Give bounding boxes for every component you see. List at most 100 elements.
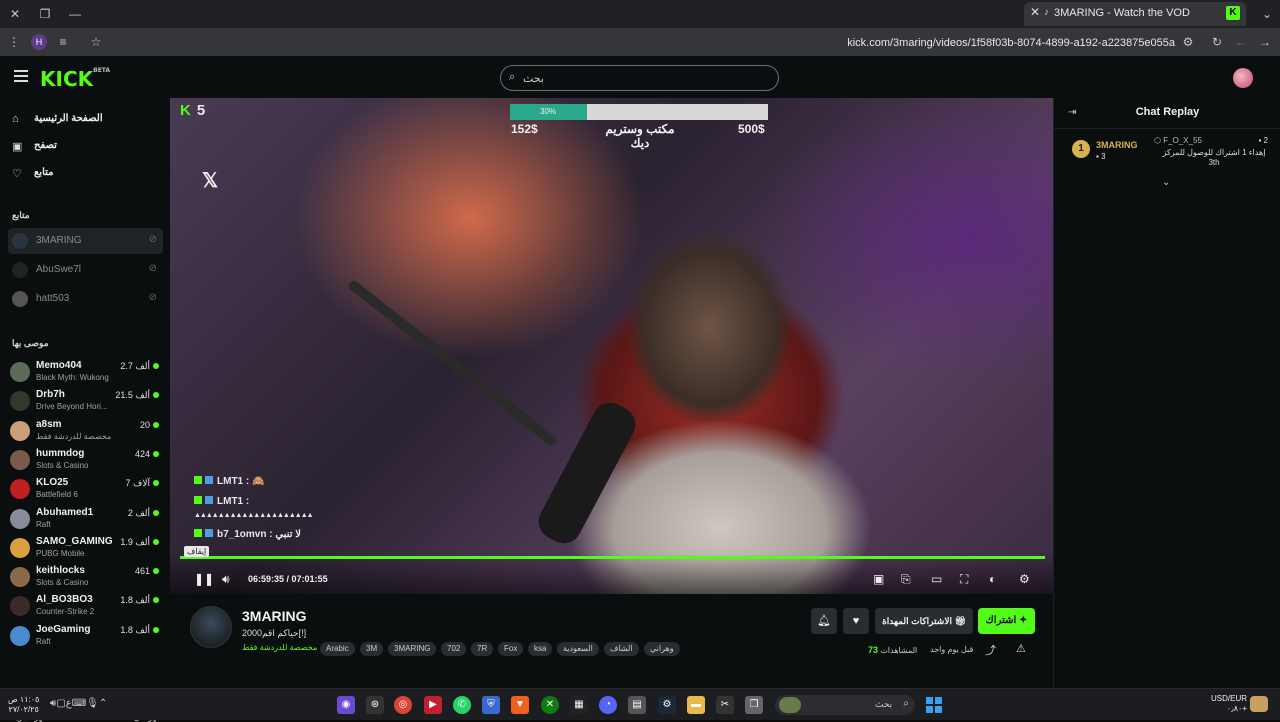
- recommended-channel[interactable]: SAMO_GAMING PUBG Mobile 1.9 ألف: [8, 534, 163, 562]
- brave-icon[interactable]: ▼: [511, 696, 529, 714]
- taskbar-search[interactable]: بحث ⌕: [775, 695, 915, 715]
- share-icon[interactable]: ⤴: [985, 642, 996, 658]
- site-settings-icon[interactable]: ⚙: [1180, 34, 1196, 50]
- mic-arm: [346, 279, 558, 448]
- hamburger-menu-icon[interactable]: [14, 70, 28, 82]
- kick-logo[interactable]: KICKBETA: [40, 67, 110, 91]
- seek-bar[interactable]: [180, 556, 1045, 559]
- sidebar-item-browse[interactable]: ▣ تصفح: [0, 135, 170, 159]
- recommended-channel[interactable]: JoeGaming Raft 1.8 ألف: [8, 622, 163, 650]
- steam-icon[interactable]: ⚙: [658, 696, 676, 714]
- leader-name[interactable]: 3MARING: [1096, 140, 1138, 150]
- minimize-window-icon[interactable]: —: [66, 5, 84, 23]
- stream-tag[interactable]: 3MARING: [388, 642, 437, 656]
- mic-tray-icon[interactable]: 🎙︎: [86, 698, 99, 709]
- url-field[interactable]: kick.com/3maring/videos/1f58f03b-8074-48…: [600, 37, 1175, 49]
- shield-icon[interactable]: ⛨: [482, 696, 500, 714]
- browser-tab[interactable]: ✕ ♪ 3MARING - Watch the VOD K: [1024, 2, 1246, 26]
- discord-icon[interactable]: ◔: [599, 696, 617, 714]
- browser-menu-icon[interactable]: ⋮: [6, 34, 22, 50]
- stream-tag[interactable]: ksa: [528, 642, 553, 656]
- currency-widget[interactable]: USD/EUR ٠٫٨٠+: [1211, 694, 1247, 714]
- store-icon[interactable]: ▤: [628, 696, 646, 714]
- app-icon[interactable]: ⊛: [366, 696, 384, 714]
- channel-category: PUBG Mobile: [36, 548, 85, 558]
- viewer-count: 21.5 ألف: [115, 390, 159, 401]
- notification-bell-button[interactable]: 🔔︎: [811, 608, 837, 634]
- system-tray: 🔊︎▢ع⌨🎙︎⌃: [50, 698, 107, 709]
- volume-icon[interactable]: 🔊︎: [222, 572, 230, 587]
- recommended-channel[interactable]: Drb7h Drive Beyond Hori... 21.5 ألف: [8, 387, 163, 415]
- recommended-channel[interactable]: keithlocks Slots & Casino 461: [8, 563, 163, 591]
- channel-category: Drive Beyond Hori...: [36, 402, 108, 412]
- viewer-count: 1.8 ألف: [120, 625, 159, 636]
- following-item[interactable]: AbuSwe7l ⊘: [8, 257, 163, 283]
- close-window-icon[interactable]: ✕: [6, 5, 24, 23]
- pause-icon[interactable]: ❚❚: [194, 572, 214, 586]
- streamer-avatar[interactable]: [190, 606, 232, 648]
- recommended-channel[interactable]: a8sm مخصصة للدردشة فقط 20: [8, 417, 163, 445]
- stream-tag[interactable]: Fox: [498, 642, 524, 656]
- playback-speed-icon[interactable]: ◐: [989, 572, 996, 586]
- stream-tag[interactable]: 7R: [471, 642, 494, 656]
- following-item[interactable]: 3MARING ⊘: [8, 228, 163, 254]
- bookmark-star-icon[interactable]: ☆: [88, 34, 104, 50]
- stream-tag[interactable]: Arabic: [320, 642, 355, 656]
- stream-category[interactable]: مخصصة للدردشة فقط: [242, 643, 317, 652]
- stream-tag[interactable]: 702: [441, 642, 467, 656]
- app-icon[interactable]: ◉: [337, 696, 355, 714]
- extensions-icon[interactable]: ≡: [55, 34, 71, 50]
- recommended-channel[interactable]: Al_BO3BO3 Counter-Strike 2 1.8 ألف: [8, 592, 163, 620]
- tray-expand-icon[interactable]: ⌃: [99, 698, 107, 709]
- keyboard-tray-icon[interactable]: ⌨: [72, 698, 86, 709]
- pip-icon[interactable]: ▣: [873, 572, 884, 586]
- youtube-icon[interactable]: ▶: [424, 696, 442, 714]
- recommended-channel[interactable]: hummdog Slots & Casino 424: [8, 446, 163, 474]
- windows-start-icon[interactable]: [926, 697, 942, 713]
- app-icon[interactable]: ▦: [570, 696, 588, 714]
- sidebar-item-following[interactable]: ♡ متابع: [0, 162, 170, 186]
- subscribe-button[interactable]: اشتراك ✦: [978, 608, 1035, 634]
- whatsapp-icon[interactable]: ✆: [453, 696, 471, 714]
- stream-tag[interactable]: وهراني: [644, 642, 680, 656]
- sidebar-item-home[interactable]: ⌂ الصفحة الرئيسية: [0, 108, 170, 132]
- forward-icon[interactable]: ←: [1233, 34, 1249, 50]
- app-icon[interactable]: ✂: [716, 696, 734, 714]
- folder-icon[interactable]: ▬: [687, 696, 705, 714]
- theater-mode-icon[interactable]: ▭: [931, 572, 942, 586]
- clip-icon[interactable]: ⎘: [901, 572, 911, 587]
- avatar: [10, 420, 30, 441]
- follow-heart-button[interactable]: ♥: [843, 608, 869, 634]
- recommended-channel[interactable]: KLO25 Battlefield 6 7 آلاف: [8, 475, 163, 503]
- back-icon[interactable]: →: [1257, 34, 1273, 50]
- fullscreen-icon[interactable]: ⛶: [960, 572, 968, 587]
- tab-search-icon[interactable]: ⌄: [1258, 5, 1276, 23]
- xbox-icon[interactable]: ✕: [541, 696, 559, 714]
- streamer-name[interactable]: 3MARING: [242, 608, 307, 624]
- report-icon[interactable]: ⚠: [1016, 642, 1026, 655]
- settings-gear-icon[interactable]: ⚙: [1019, 572, 1030, 586]
- expand-icon[interactable]: ⌄: [1162, 177, 1170, 188]
- search-input[interactable]: ⌕ بحث: [500, 65, 779, 91]
- stream-tag[interactable]: 3M: [360, 642, 384, 656]
- widget-icon[interactable]: [1250, 696, 1268, 712]
- close-tab-icon[interactable]: ✕: [1030, 5, 1040, 19]
- maximize-window-icon[interactable]: ❐: [36, 5, 54, 23]
- stream-tag[interactable]: الشاف: [604, 642, 639, 656]
- stream-tag[interactable]: السعودية: [557, 642, 599, 656]
- avatar: [10, 596, 30, 617]
- display-tray-icon[interactable]: ▢: [56, 698, 65, 709]
- gift-subs-button[interactable]: الاشتراكات المهداة 🎁︎: [875, 608, 973, 634]
- task-view-icon[interactable]: ❐: [745, 696, 763, 714]
- gifter-name[interactable]: ⬡ F_O_X_55: [1154, 136, 1202, 145]
- browse-icon: ▣: [12, 141, 23, 153]
- profile-avatar[interactable]: H: [31, 34, 47, 50]
- recommended-channel[interactable]: Abuhamed1 Raft 2 ألف: [8, 505, 163, 533]
- chrome-icon[interactable]: ◎: [394, 696, 412, 714]
- user-avatar[interactable]: [1233, 68, 1253, 88]
- taskbar-clock[interactable]: ١١:٠٥ ص ٢٧/٠٢/٢٥: [8, 695, 39, 715]
- video-player[interactable]: K5 30% 152$ مكتب وستريم ديك 500$ 𝕏 LMT1 …: [170, 98, 1053, 594]
- following-item[interactable]: hatt503 ⊘: [8, 286, 163, 312]
- recommended-channel[interactable]: Memo404 Black Myth: Wukong 2.7 ألف: [8, 358, 163, 386]
- reload-icon[interactable]: ↻: [1209, 34, 1225, 50]
